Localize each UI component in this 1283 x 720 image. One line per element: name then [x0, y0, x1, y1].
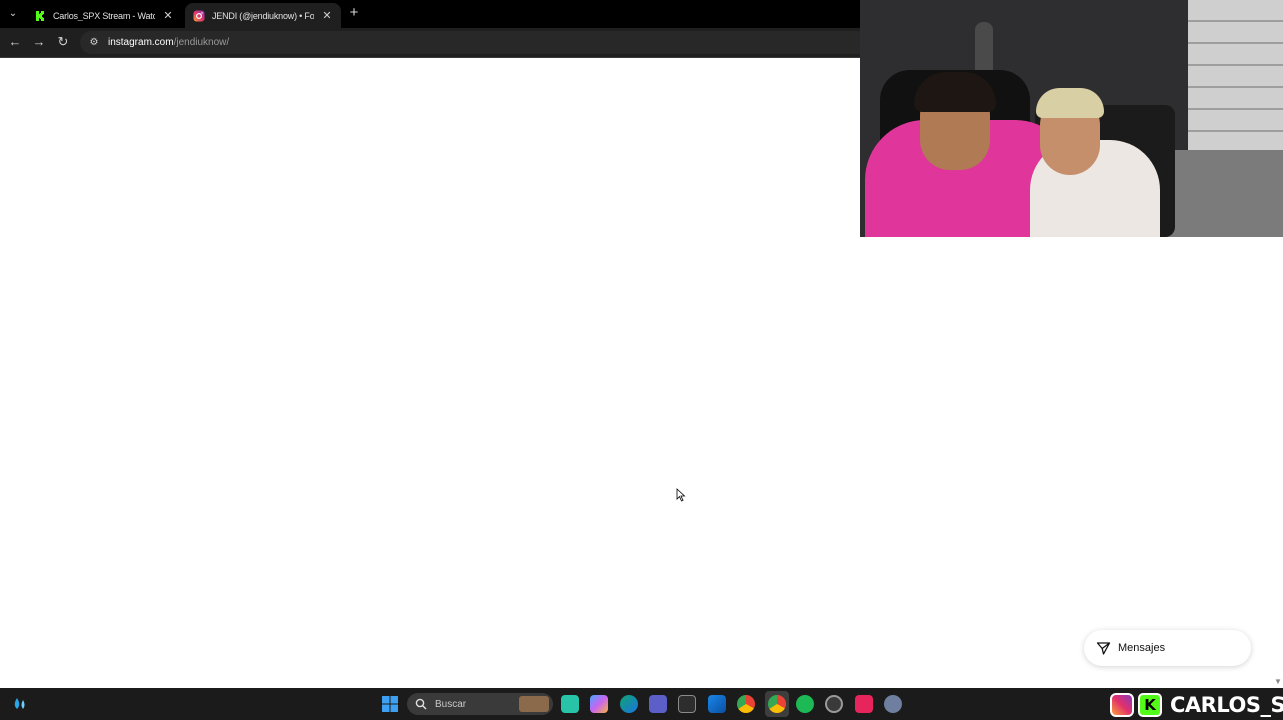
spotify-icon[interactable]: [796, 695, 814, 713]
tab-search-icon[interactable]: ⌄: [4, 5, 22, 23]
teams-icon[interactable]: [649, 695, 667, 713]
streamer-hair: [914, 72, 996, 112]
instagram-icon: [193, 10, 205, 21]
windows-start-icon[interactable]: [381, 695, 399, 713]
streamer-name: CARLOS_SPX: [1170, 693, 1283, 717]
tab-title: Carlos_SPX Stream - Watch Live: [53, 10, 155, 21]
chrome-active-icon[interactable]: [768, 695, 786, 713]
tiktok-icon[interactable]: [855, 695, 873, 713]
tab-instagram[interactable]: JENDI (@jendiuknow) • Fotos y ✕: [185, 3, 341, 28]
mail-icon[interactable]: [708, 695, 726, 713]
messages-button[interactable]: Mensajes: [1084, 630, 1251, 666]
tab-close-icon[interactable]: ✕: [162, 10, 174, 22]
app2-icon[interactable]: [825, 695, 843, 713]
reload-icon[interactable]: ↻: [55, 34, 71, 50]
tab-close-icon[interactable]: ✕: [321, 10, 333, 22]
messages-label: Mensajes: [1118, 642, 1166, 654]
back-icon[interactable]: ←: [7, 34, 23, 50]
scroll-down-icon[interactable]: ▼: [1274, 678, 1282, 686]
taskbar: Buscar: [0, 688, 1283, 720]
kick-logo-icon: K: [1138, 693, 1162, 717]
forward-icon[interactable]: →: [31, 34, 47, 50]
app-icon[interactable]: [561, 695, 579, 713]
settings-icon[interactable]: [884, 695, 902, 713]
copilot-icon[interactable]: [590, 695, 608, 713]
send-icon: [1096, 641, 1111, 655]
url-text: instagram.com/jendiuknow/: [108, 37, 230, 48]
stream-brand-overlay: K CARLOS_SPX: [1110, 692, 1283, 718]
mouse-cursor-icon: [676, 488, 686, 502]
new-tab-icon[interactable]: +: [346, 4, 362, 22]
instagram-logo-icon: [1110, 693, 1134, 717]
kick-icon: [34, 9, 46, 22]
address-bar[interactable]: ⚙ instagram.com/jendiuknow/: [80, 31, 870, 54]
chrome-icon[interactable]: [737, 695, 755, 713]
widgets-icon[interactable]: [11, 695, 29, 713]
edge-icon[interactable]: [620, 695, 638, 713]
tab-title: JENDI (@jendiuknow) • Fotos y: [212, 10, 314, 21]
taskbar-search[interactable]: Buscar: [407, 693, 553, 715]
search-placeholder: Buscar: [435, 698, 467, 710]
search-icon: [415, 698, 427, 710]
guest-hair: [1036, 88, 1104, 118]
site-info-icon[interactable]: ⚙: [88, 37, 100, 49]
search-highlight-image: [519, 696, 549, 712]
news-icon[interactable]: [678, 695, 696, 713]
tab-kick-stream[interactable]: Carlos_SPX Stream - Watch Live ✕: [26, 3, 182, 28]
webcam-overlay: [860, 0, 1283, 237]
